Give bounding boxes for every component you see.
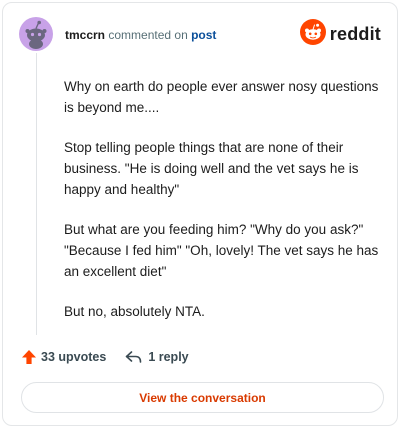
upvote-count: 33 upvotes xyxy=(41,350,107,364)
snoo-avatar-icon[interactable] xyxy=(19,17,53,51)
reddit-brand[interactable]: reddit xyxy=(299,18,381,50)
comment-paragraph: But no, absolutely NTA. xyxy=(64,304,205,319)
reddit-wordmark: reddit xyxy=(329,23,381,44)
comment-header: tmccrn commented on post reddit xyxy=(17,17,383,53)
comment-body: Why on earth do people ever answer nosy … xyxy=(64,76,384,341)
comment-paragraph: Stop telling people things that are none… xyxy=(64,140,359,197)
thread-line xyxy=(36,53,37,335)
upvote-button[interactable]: 33 upvotes xyxy=(21,349,106,365)
comment-paragraph: But what are you feeding him? "Why do yo… xyxy=(64,222,379,279)
reply-arrow-icon xyxy=(125,350,142,364)
comment-paragraph: Why on earth do people ever answer nosy … xyxy=(64,79,379,115)
reply-count: 1 reply xyxy=(148,350,189,364)
reddit-logo-icon xyxy=(299,18,326,50)
post-link[interactable]: post xyxy=(191,28,216,42)
view-conversation-button[interactable]: View the conversation xyxy=(21,382,384,413)
embedded-comment-card: tmccrn commented on post reddit Why on e… xyxy=(2,2,398,426)
comment-actions: 33 upvotes 1 reply xyxy=(21,346,189,368)
comment-meta: tmccrn commented on post xyxy=(65,28,216,42)
username-link[interactable]: tmccrn xyxy=(65,28,105,42)
action-text: commented on xyxy=(108,28,188,42)
upvote-arrow-icon xyxy=(21,349,37,365)
reply-button[interactable]: 1 reply xyxy=(125,350,189,364)
